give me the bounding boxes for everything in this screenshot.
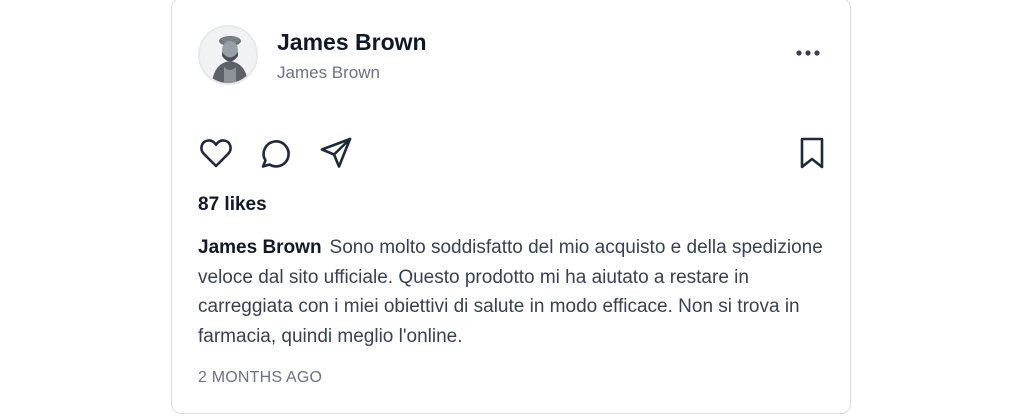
like-button[interactable] [198,135,234,171]
likes-count[interactable]: 87 likes [198,192,267,218]
post-caption: James Brown Sono molto soddisfatto del mi… [198,233,828,351]
author-name-block: James Brown James Brown [277,27,427,85]
author-username[interactable]: James Brown [277,61,427,85]
caption-author[interactable]: James Brown [198,237,322,258]
post-card: James Brown James Brown 87 likes James B… [171,0,851,414]
post-header: James Brown James Brown [198,25,824,87]
comment-icon [261,140,290,168]
heart-icon [200,139,232,168]
author-display-name[interactable]: James Brown [277,27,427,57]
comment-button[interactable] [258,135,294,171]
user-photo-avatar-icon [200,27,256,83]
save-button[interactable] [794,135,830,171]
bookmark-icon [800,137,824,169]
send-icon [320,137,352,168]
post-actions [198,135,824,171]
avatar[interactable] [198,25,258,85]
more-options-button[interactable] [794,43,824,63]
post-timestamp: 2 MONTHS AGO [198,369,323,386]
more-horizontal-icon [796,50,820,56]
share-button[interactable] [318,135,354,171]
